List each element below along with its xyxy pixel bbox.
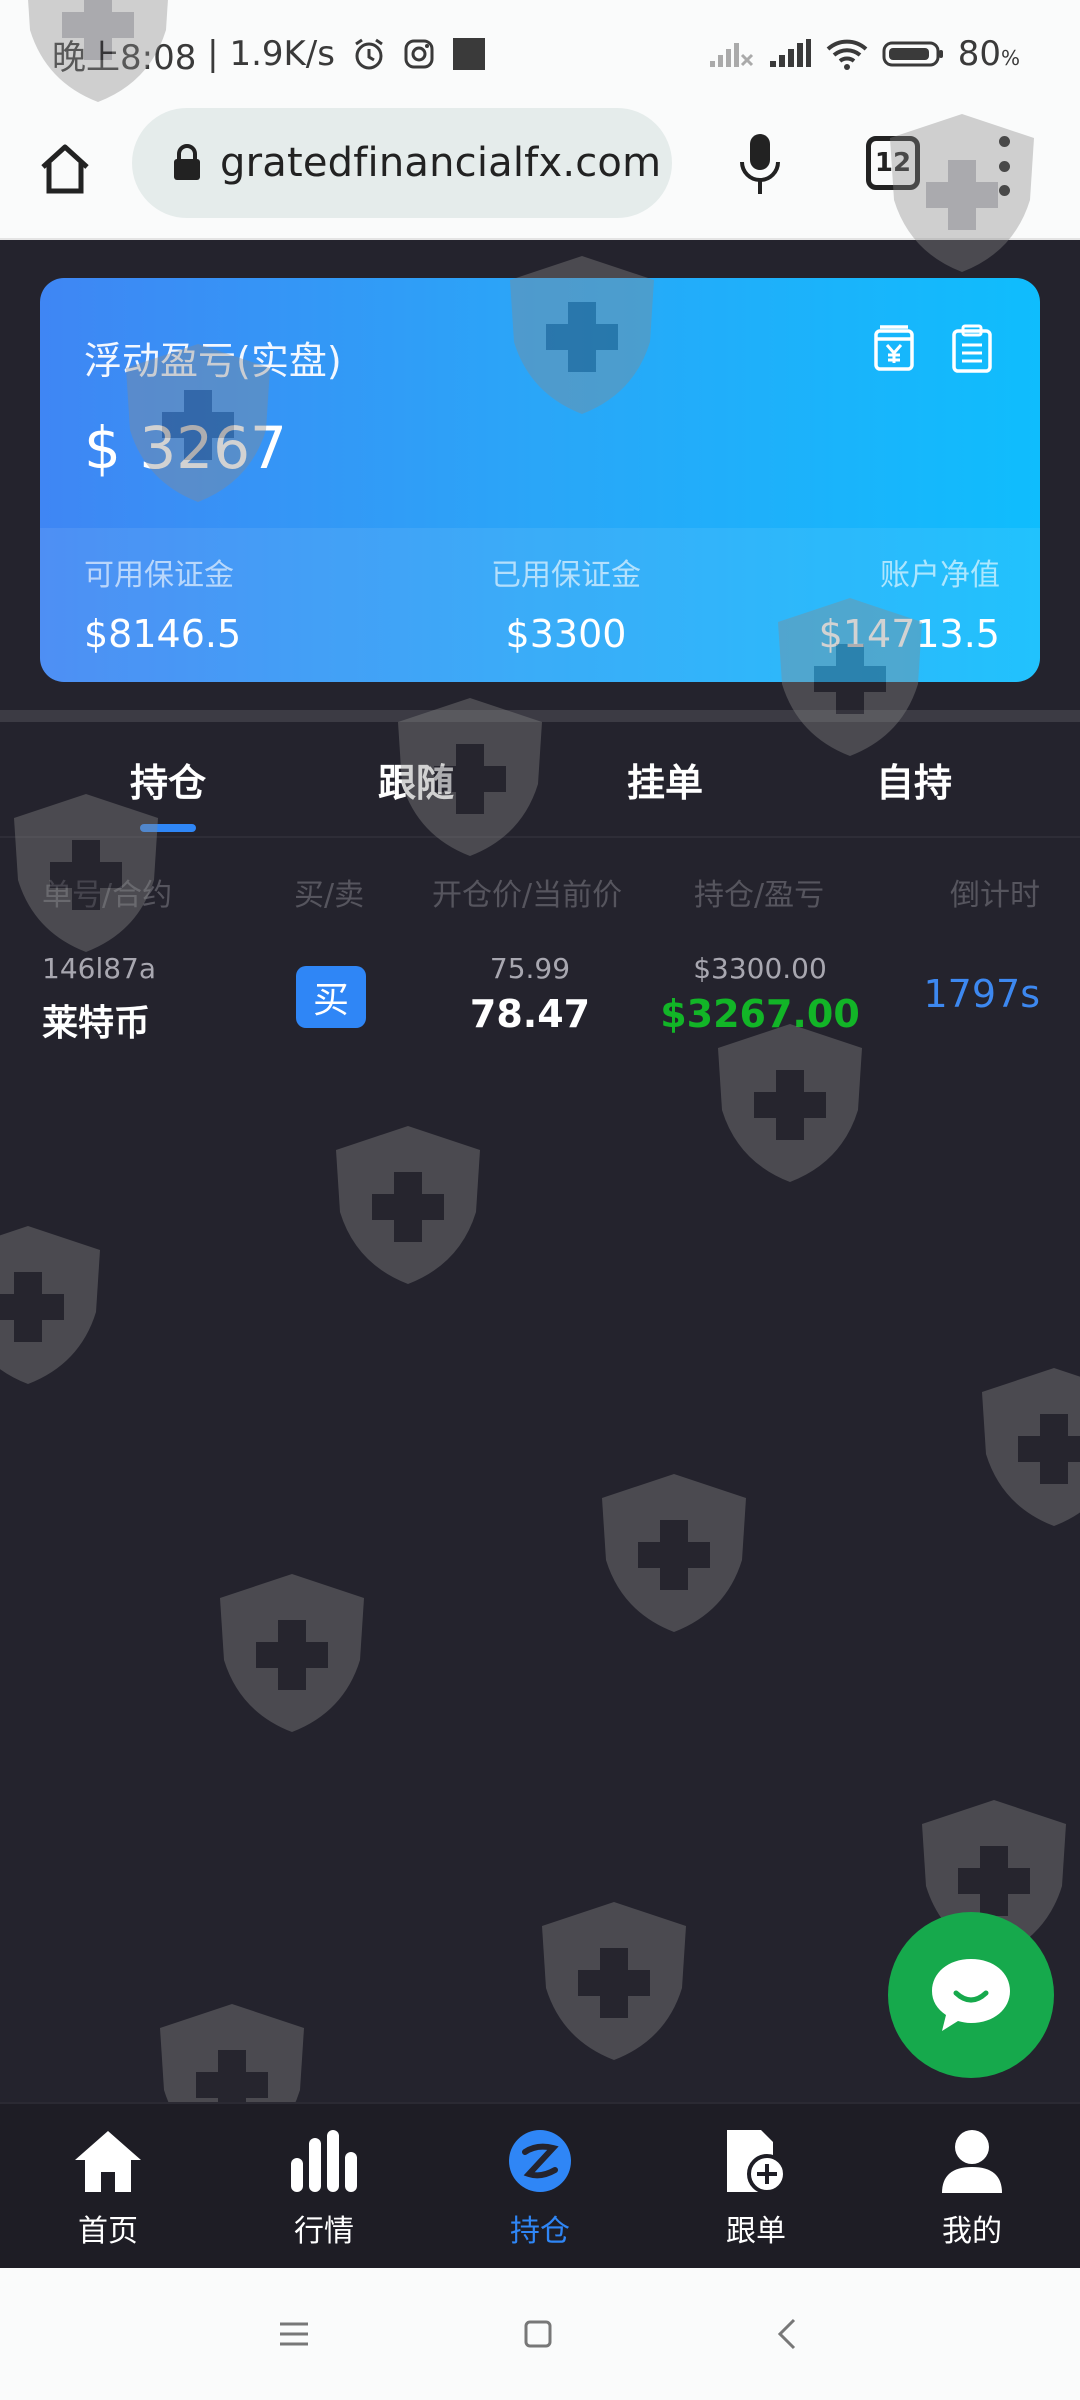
status-time: 晚上8:08 (52, 37, 197, 78)
lock-icon (172, 144, 202, 182)
chat-bubble-icon (932, 1959, 1010, 2031)
contract-name: 莱特币 (42, 1003, 151, 1044)
tab-switcher-button[interactable]: 12 (866, 136, 920, 190)
header-buy-sell: 买/卖 (294, 878, 365, 913)
bar-chart-icon (249, 2120, 399, 2202)
clipboard-list-icon[interactable] (944, 320, 1000, 376)
header-countdown: 倒计时 (950, 878, 1040, 913)
tab-pending-orders[interactable]: 挂单 (575, 752, 755, 807)
side-badge: 买 (296, 966, 366, 1028)
nav-profile[interactable]: 我的 (897, 2120, 1047, 2250)
available-margin: 可用保证金 $8146.5 (84, 558, 242, 656)
header-open-current-price: 开仓价/当前价 (432, 878, 623, 913)
user-icon (897, 2120, 1047, 2202)
active-tab-indicator (140, 824, 196, 832)
shield-watermark-icon (602, 1474, 746, 1632)
shield-watermark-icon (220, 1574, 364, 1732)
nav-profile-label: 我的 (942, 2214, 1002, 2249)
tab-follow[interactable]: 跟随 (326, 752, 506, 807)
shield-watermark-icon (0, 1226, 100, 1384)
position-amount: $3300.00 (693, 952, 827, 985)
signal-off-icon (708, 39, 754, 69)
status-right: 80% (708, 28, 1020, 80)
nav-market-label: 行情 (294, 2214, 354, 2249)
nav-positions[interactable]: 持仓 (465, 2120, 615, 2250)
alarm-icon (351, 36, 387, 72)
order-id: 146l87a (42, 952, 157, 985)
position-icon (465, 2120, 615, 2202)
system-navigation-bar (0, 2268, 1080, 2400)
home-icon (33, 2120, 183, 2202)
tab-self-hold[interactable]: 自持 (824, 752, 1004, 807)
browser-home-button[interactable] (36, 136, 94, 202)
url-text: gratedfinancialfx.com (220, 140, 662, 186)
tab-count: 12 (874, 148, 912, 178)
floating-pnl-amount: $ 3267 (84, 414, 287, 482)
battery-icon (882, 39, 944, 69)
section-divider (0, 710, 1080, 722)
wifi-icon (826, 37, 868, 71)
nav-home[interactable]: 首页 (33, 2120, 183, 2250)
bottom-navigation: 首页 行情 持仓 跟单 我的 (0, 2102, 1080, 2268)
floating-pnl-title: 浮动盈亏(实盘) (84, 339, 342, 383)
battery-level: 80 (957, 34, 1001, 74)
home-outline-icon (41, 144, 89, 194)
nav-copy-trade[interactable]: 跟单 (681, 2120, 831, 2250)
voice-search-button[interactable] (738, 132, 782, 202)
nav-home-label: 首页 (78, 2214, 138, 2249)
home-square-icon[interactable] (516, 2312, 560, 2356)
account-equity: 账户净值 $14713.5 (818, 558, 1000, 656)
more-options-icon[interactable] (996, 136, 1012, 196)
microphone-icon (740, 134, 780, 194)
nav-positions-label: 持仓 (510, 2214, 570, 2249)
browser-toolbar: gratedfinancialfx.com 12 (0, 108, 1080, 240)
nav-copy-trade-label: 跟单 (726, 2214, 786, 2249)
status-speed: 1.9K/s (229, 34, 335, 74)
back-icon[interactable] (764, 2312, 808, 2356)
header-order-contract: 单号/合约 (42, 878, 173, 913)
notification-square-icon (451, 36, 487, 72)
status-left: 晚上8:08 | 1.9K/s (52, 28, 487, 80)
tab-positions[interactable]: 持仓 (78, 752, 258, 807)
table-row[interactable]: 146l87a 莱特币 买 75.99 78.47 $3300.00 $3267… (0, 940, 1080, 1060)
account-summary-card: 浮动盈亏(实盘) $ 3267 可用保证金 $8146.5 已用保证金 $330… (40, 278, 1040, 682)
countdown-timer: 1797s (923, 972, 1040, 1016)
recent-apps-icon[interactable] (272, 2312, 316, 2356)
instagram-icon (403, 38, 435, 70)
wallet-yuan-icon[interactable] (866, 320, 922, 376)
current-price: 78.47 (469, 992, 591, 1036)
customer-service-chat-button[interactable] (888, 1912, 1054, 2078)
signal-icon (768, 39, 812, 69)
pnl-amount: $3267.00 (660, 992, 860, 1036)
shield-watermark-icon (982, 1368, 1080, 1526)
address-bar[interactable]: gratedfinancialfx.com (132, 108, 672, 218)
position-tabs: 持仓 跟随 挂单 自持 (0, 722, 1080, 838)
copy-order-icon (681, 2120, 831, 2202)
shield-watermark-icon (336, 1126, 480, 1284)
nav-market[interactable]: 行情 (249, 2120, 399, 2250)
battery-unit: % (1000, 46, 1020, 70)
open-price: 75.99 (489, 952, 571, 985)
status-bar: 晚上8:08 | 1.9K/s 80% (0, 0, 1080, 108)
used-margin: 已用保证金 $3300 (491, 558, 641, 656)
header-position-pnl: 持仓/盈亏 (694, 878, 825, 913)
shield-watermark-icon (542, 1902, 686, 2060)
